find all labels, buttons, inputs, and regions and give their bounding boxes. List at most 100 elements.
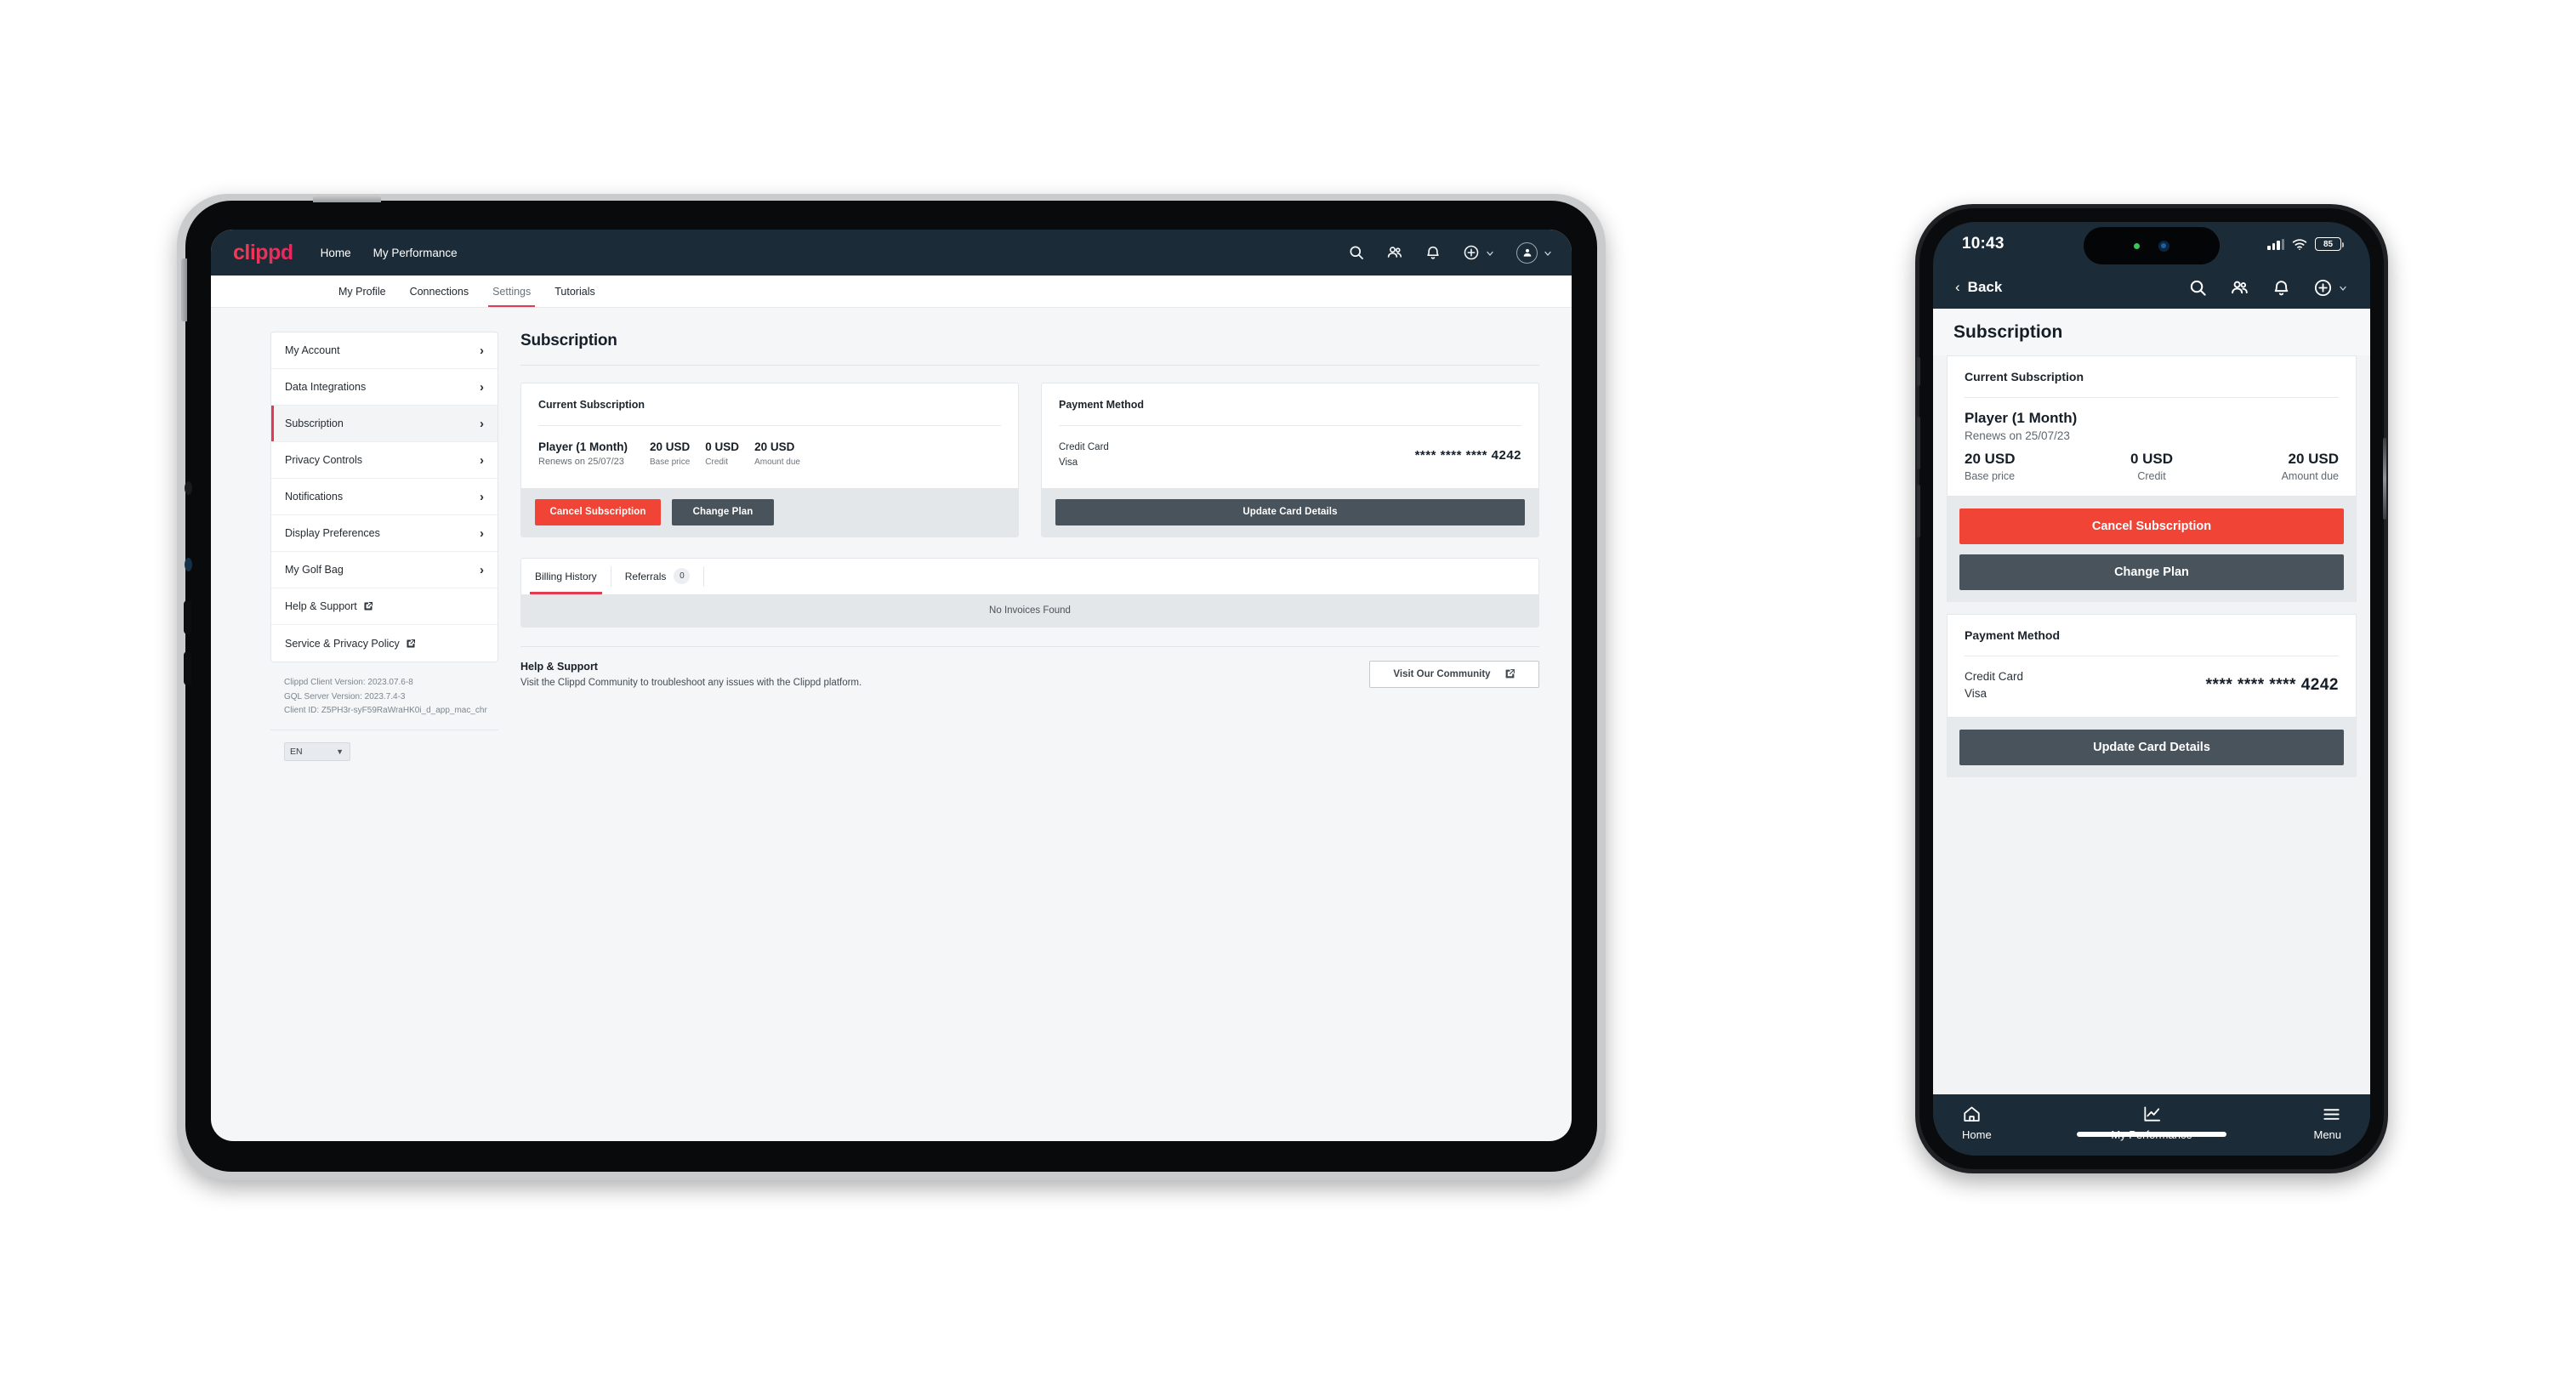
sidebar-item-my-golf-bag[interactable]: My Golf Bag › [271, 552, 498, 588]
divider [520, 645, 1539, 647]
change-plan-button[interactable]: Change Plan [1959, 554, 2344, 590]
chevron-right-icon: › [480, 343, 484, 358]
payment-method-heading: Payment Method [1059, 399, 1145, 411]
chevron-down-icon[interactable] [2338, 282, 2348, 293]
card-type-info: Credit Card Visa [1965, 668, 2023, 703]
current-subscription-actions: Cancel Subscription Change Plan [521, 487, 1018, 537]
create-menu[interactable] [1463, 244, 1495, 261]
create-menu[interactable] [2313, 278, 2348, 298]
amount-value: 20 USD [2288, 451, 2340, 467]
nav-link-my-performance[interactable]: My Performance [373, 247, 458, 259]
update-card-details-button[interactable]: Update Card Details [1959, 729, 2344, 765]
chevron-down-icon[interactable] [1485, 247, 1495, 258]
phone-volume-down-button[interactable] [1917, 485, 1920, 537]
phone-frame-body: 10:43 85 ‹ Back Subscription Current Sub… [1917, 208, 2386, 1169]
tablet-side-button-lower[interactable] [184, 651, 191, 685]
external-link-icon [406, 639, 416, 649]
people-icon[interactable] [1386, 244, 1403, 261]
divider [703, 565, 705, 587]
plan-name: Player (1 Month) [538, 440, 628, 453]
status-indicators: 85 [2267, 237, 2344, 251]
plus-circle-icon[interactable] [1463, 244, 1480, 261]
page-title: Subscription [1933, 309, 2370, 355]
sidebar-item-service-and-privacy-policy[interactable]: Service & Privacy Policy [271, 625, 498, 662]
amount-value: 20 USD [754, 440, 795, 453]
update-card-details-button[interactable]: Update Card Details [1055, 498, 1525, 525]
tab-my-profile[interactable]: My Profile [327, 275, 398, 307]
language-select[interactable]: EN ▼ [284, 741, 350, 761]
card-type: Credit Card [1059, 442, 1109, 452]
back-button[interactable]: ‹ Back [1955, 279, 2002, 296]
account-menu[interactable] [1516, 241, 1553, 264]
language-value: EN [290, 746, 303, 757]
nav-link-home[interactable]: Home [321, 247, 351, 259]
back-label: Back [1967, 279, 2003, 295]
status-time: 10:43 [1962, 235, 2005, 253]
tab-settings[interactable]: Settings [481, 275, 543, 307]
clippd-logo[interactable]: clippd [233, 241, 293, 265]
current-subscription-body: Player (1 Month) Renews on 25/07/23 20 U… [1948, 398, 2356, 496]
sidebar-item-label: Help & Support [285, 600, 357, 612]
client-version: Clippd Client Version: 2023.07.6-8 [284, 678, 413, 687]
home-indicator[interactable] [2077, 1132, 2226, 1137]
tablet-camera-dot [185, 558, 192, 571]
search-icon[interactable] [1348, 244, 1365, 261]
avatar[interactable] [1516, 241, 1538, 264]
phone-power-button[interactable] [2383, 438, 2386, 520]
tab-referrals[interactable]: Referrals 0 [611, 559, 704, 594]
status-bar: 10:43 85 [1933, 222, 2370, 266]
chevron-down-icon: ▼ [336, 747, 344, 756]
payment-method-card: Payment Method Credit Card Visa **** ***… [1041, 383, 1539, 537]
chevron-down-icon[interactable] [1543, 247, 1553, 258]
tab-connections[interactable]: Connections [398, 275, 481, 307]
sidebar-item-display-preferences[interactable]: Display Preferences › [271, 515, 498, 552]
sidebar-item-help-and-support[interactable]: Help & Support [271, 588, 498, 625]
cancel-subscription-button[interactable]: Cancel Subscription [1959, 508, 2344, 544]
bell-icon[interactable] [2272, 278, 2291, 298]
wifi-icon [2292, 238, 2307, 251]
plan-renewal-date: Renews on 25/07/23 [538, 457, 624, 467]
card-type-info: Credit Card Visa [1059, 440, 1109, 471]
chevron-right-icon: › [480, 562, 484, 577]
change-plan-button[interactable]: Change Plan [672, 498, 774, 525]
phone-device: 10:43 85 ‹ Back Subscription Current Sub… [1915, 204, 2388, 1173]
payment-method-heading: Payment Method [1965, 628, 2061, 642]
sidebar-item-my-account[interactable]: My Account › [271, 332, 498, 369]
sidebar-item-privacy-controls[interactable]: Privacy Controls › [271, 442, 498, 479]
subscription-cards: Current Subscription Player (1 Month) Re… [520, 383, 1539, 537]
sidebar-item-subscription[interactable]: Subscription › [271, 406, 498, 442]
cellular-signal-icon [2267, 238, 2284, 250]
payment-method-body: Credit Card Visa **** **** **** 4242 [1948, 656, 2356, 717]
tabbar-item-menu[interactable]: Menu [2215, 1105, 2341, 1141]
bell-icon[interactable] [1424, 244, 1442, 261]
external-link-icon [1504, 668, 1515, 679]
tab-billing-history[interactable]: Billing History [521, 559, 611, 594]
plan-name: Player (1 Month) [1965, 410, 2078, 426]
tablet-volume-button[interactable] [181, 258, 187, 321]
current-subscription-card: Current Subscription Player (1 Month) Re… [520, 383, 1019, 537]
search-icon[interactable] [2188, 278, 2208, 298]
sidebar-item-notifications[interactable]: Notifications › [271, 479, 498, 515]
tabbar-item-home[interactable]: Home [1962, 1105, 2089, 1141]
tablet-side-button-upper[interactable] [184, 600, 191, 634]
card-number-masked: **** **** **** 4242 [2205, 676, 2339, 695]
phone-mute-switch[interactable] [1917, 357, 1920, 386]
help-support-title: Help & Support [520, 660, 598, 673]
chevron-left-icon: ‹ [1955, 279, 1960, 295]
card-number-masked: **** **** **** 4242 [1414, 448, 1521, 463]
cancel-subscription-button[interactable]: Cancel Subscription [535, 498, 661, 525]
sidebar-item-label: Privacy Controls [285, 454, 362, 466]
visit-our-community-button[interactable]: Visit Our Community [1369, 660, 1539, 688]
sidebar-item-data-integrations[interactable]: Data Integrations › [271, 369, 498, 406]
people-icon[interactable] [2230, 278, 2249, 298]
referrals-count-badge: 0 [674, 568, 691, 585]
plus-circle-icon[interactable] [2313, 278, 2333, 298]
tab-tutorials[interactable]: Tutorials [543, 275, 606, 307]
settings-menu: My Account › Data Integrations › Subscri… [270, 332, 498, 662]
settings-page: My Account › Data Integrations › Subscri… [211, 308, 1572, 761]
amount-due: 20 USD Amount due [754, 440, 816, 467]
amount-value: 20 USD [650, 440, 691, 453]
phone-app-header: ‹ Back [1933, 266, 2370, 309]
phone-volume-up-button[interactable] [1917, 417, 1920, 469]
version-info: Clippd Client Version: 2023.07.6-8 GQL S… [270, 662, 498, 719]
